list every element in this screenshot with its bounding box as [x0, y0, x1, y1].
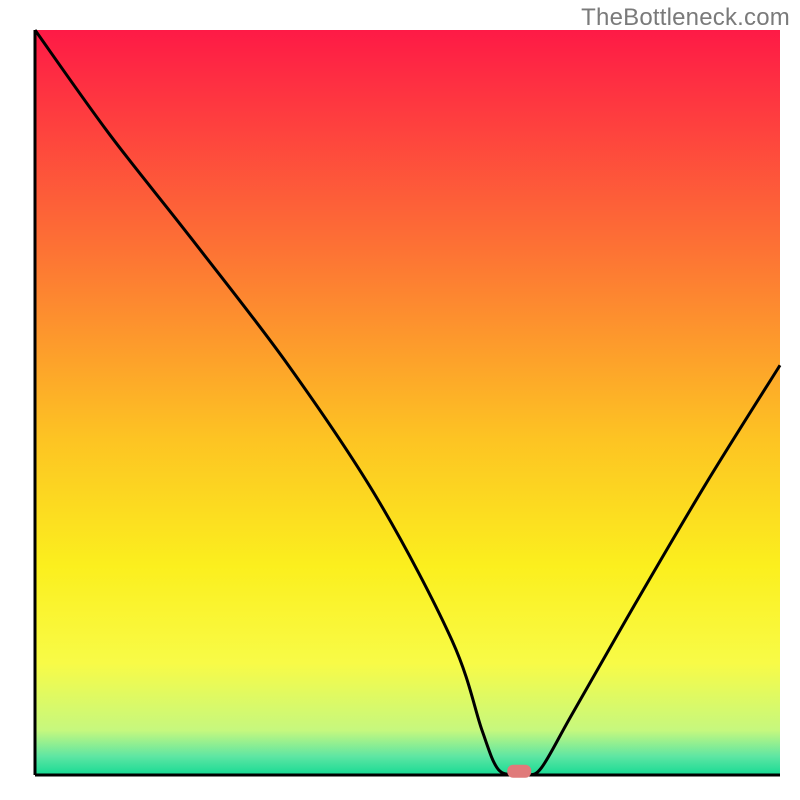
plot-area: [35, 30, 780, 778]
bottleneck-chart: [0, 0, 800, 800]
chart-stage: TheBottleneck.com: [0, 0, 800, 800]
gradient-background: [35, 30, 780, 775]
watermark-label: TheBottleneck.com: [581, 4, 790, 32]
highlight-marker: [507, 765, 531, 778]
